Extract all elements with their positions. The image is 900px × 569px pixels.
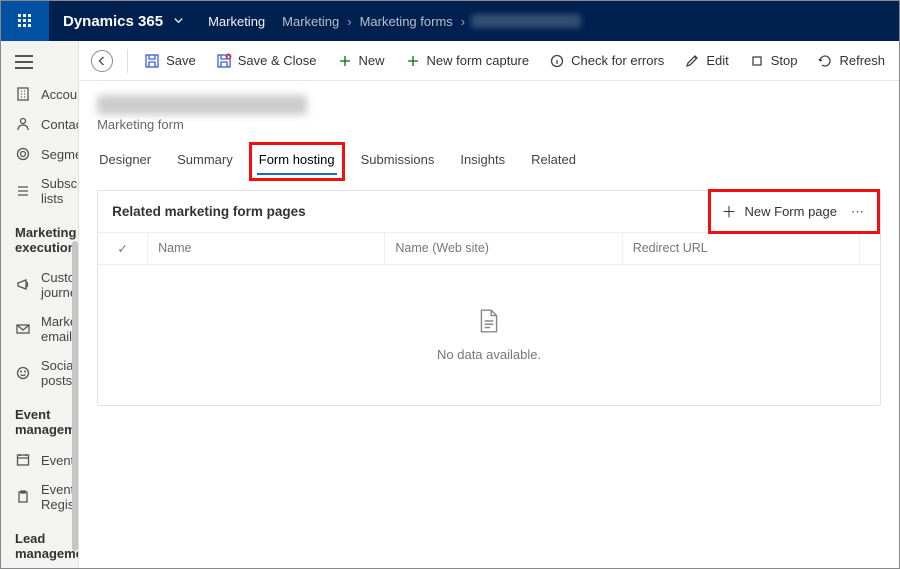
sidebar-item-label: Segments xyxy=(41,147,79,162)
refresh-icon xyxy=(817,53,833,69)
clipboard-icon xyxy=(15,489,31,505)
target-icon xyxy=(15,146,31,162)
back-button[interactable] xyxy=(91,50,113,72)
grid-title: Related marketing form pages xyxy=(112,204,306,219)
tab-summary[interactable]: Summary xyxy=(175,146,235,177)
edit-button[interactable]: Edit xyxy=(676,47,736,75)
save-close-button[interactable]: Save & Close xyxy=(208,47,325,75)
new-form-capture-button[interactable]: New form capture xyxy=(397,47,538,75)
list-icon xyxy=(15,183,31,199)
stop-icon xyxy=(749,53,765,69)
app-name[interactable]: Marketing xyxy=(200,14,273,29)
sidebar-item-marketing-emails[interactable]: Marketing emails xyxy=(1,307,78,351)
person-icon xyxy=(15,116,31,132)
sidebar-section-title: Event management xyxy=(1,395,78,445)
sidebar-item-contacts[interactable]: Contacts xyxy=(1,109,78,139)
sidebar-scrollbar[interactable] xyxy=(72,241,78,551)
tab-submissions[interactable]: Submissions xyxy=(359,146,437,177)
stop-button[interactable]: Stop xyxy=(741,47,806,75)
sidebar-item-segments[interactable]: Segments xyxy=(1,139,78,169)
sidebar-item-accounts[interactable]: Accounts xyxy=(1,79,78,109)
smile-icon xyxy=(15,365,31,381)
megaphone-icon xyxy=(15,277,31,293)
sidebar-section-title: Marketing execution xyxy=(1,213,78,263)
plus-icon xyxy=(337,53,353,69)
sidebar-item-label: Subscription lists xyxy=(41,176,79,206)
sidebar-section-title: Lead management xyxy=(1,519,78,568)
waffle-icon xyxy=(18,14,32,28)
record-title xyxy=(97,95,307,115)
brand-label[interactable]: Dynamics 365 xyxy=(49,13,173,30)
breadcrumb-1[interactable]: Marketing forms xyxy=(352,14,461,29)
calendar-icon xyxy=(15,452,31,468)
save-close-icon xyxy=(216,53,232,69)
global-nav: Dynamics 365 Marketing Marketing › Marke… xyxy=(1,1,899,41)
select-all-column[interactable]: ✓ xyxy=(98,233,148,264)
refresh-button[interactable]: Refresh xyxy=(809,47,893,75)
save-button[interactable]: Save xyxy=(136,47,204,75)
sidebar-item-event-registrations[interactable]: Event Registrations xyxy=(1,475,78,519)
sidebar: Accounts Contacts Segments Subscription … xyxy=(1,41,79,568)
sidebar-item-label: Social posts xyxy=(41,358,76,388)
save-icon xyxy=(144,53,160,69)
tab-strip: Designer Summary Form hosting Submission… xyxy=(97,146,881,178)
sidebar-item-events[interactable]: Events xyxy=(1,445,78,475)
tab-designer[interactable]: Designer xyxy=(97,146,153,177)
sidebar-item-label: Accounts xyxy=(41,87,79,102)
tab-insights[interactable]: Insights xyxy=(458,146,507,177)
building-icon xyxy=(15,86,31,102)
sidebar-item-customer-journeys[interactable]: Customer journeys xyxy=(1,263,78,307)
plus-icon xyxy=(405,53,421,69)
breadcrumb-current xyxy=(471,14,581,28)
new-button[interactable]: New xyxy=(329,47,393,75)
column-header-name[interactable]: Name xyxy=(148,233,385,264)
main-area: Save Save & Close New New form capture C… xyxy=(79,41,899,568)
empty-text: No data available. xyxy=(437,347,541,362)
document-icon xyxy=(478,308,500,337)
related-form-pages-grid: Related marketing form pages ＋ New Form … xyxy=(97,190,881,406)
sidebar-item-subscription-lists[interactable]: Subscription lists xyxy=(1,169,78,213)
chevron-down-icon[interactable] xyxy=(173,14,200,29)
hamburger-button[interactable] xyxy=(1,49,78,79)
record-subtitle: Marketing form xyxy=(97,117,881,132)
sidebar-item-social-posts[interactable]: Social posts xyxy=(1,351,78,395)
pencil-icon xyxy=(684,53,700,69)
chevron-right-icon: › xyxy=(461,14,465,29)
more-actions-button[interactable]: ⋯ xyxy=(851,204,866,220)
breadcrumb-0[interactable]: Marketing xyxy=(274,14,347,29)
new-form-page-button[interactable]: ＋ New Form page xyxy=(722,201,838,222)
column-header-website[interactable]: Name (Web site) xyxy=(385,233,622,264)
grid-empty-state: No data available. xyxy=(98,265,880,405)
grid-header-row: ✓ Name Name (Web site) Redirect URL xyxy=(98,232,880,265)
tab-related[interactable]: Related xyxy=(529,146,578,177)
info-icon xyxy=(549,53,565,69)
sidebar-item-label: Contacts xyxy=(41,117,79,132)
tab-form-hosting[interactable]: Form hosting xyxy=(257,146,337,177)
command-bar: Save Save & Close New New form capture C… xyxy=(79,41,899,81)
column-header-redirect[interactable]: Redirect URL xyxy=(623,233,860,264)
mail-icon xyxy=(15,321,31,337)
plus-icon: ＋ xyxy=(722,201,737,222)
check-errors-button[interactable]: Check for errors xyxy=(541,47,672,75)
waffle-button[interactable] xyxy=(1,1,49,41)
